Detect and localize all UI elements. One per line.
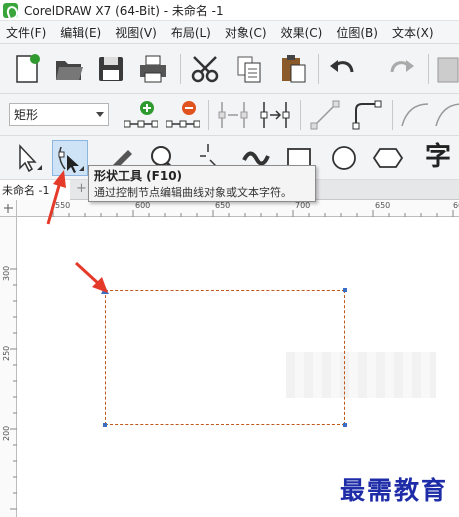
undo-icon[interactable]	[326, 52, 370, 86]
tooltip-description: 通过控制节点编辑曲线对象或文本字符。	[94, 186, 292, 199]
window-title: CorelDRAW X7 (64-Bit) - 未命名 -1	[24, 3, 224, 18]
menu-bar: 文件(F) 编辑(E) 视图(V) 布局(L) 对象(C) 效果(C) 位图(B…	[0, 21, 459, 44]
cusp-node-icon[interactable]	[398, 98, 432, 132]
shape-type-value: 矩形	[14, 108, 39, 122]
title-bar: CorelDRAW X7 (64-Bit) - 未命名 -1	[0, 0, 459, 21]
tooltip-title: 形状工具 (F10)	[94, 169, 183, 183]
copy-icon[interactable]	[232, 52, 266, 86]
toolbar-separator	[300, 100, 301, 130]
add-node-icon[interactable]	[123, 98, 159, 132]
ruler-label: 600	[135, 201, 151, 210]
import-icon[interactable]	[434, 52, 459, 86]
delete-node-icon[interactable]	[165, 98, 201, 132]
rectangle-node[interactable]	[103, 423, 107, 427]
menu-bitmaps[interactable]: 位图(B)	[330, 24, 386, 41]
ruler-label: 650	[375, 201, 391, 210]
vertical-ruler[interactable]: 300 250 200	[0, 217, 17, 517]
ruler-label: 650	[215, 201, 231, 210]
add-tab-button[interactable]: +	[76, 181, 87, 196]
polygon-tool-icon[interactable]	[370, 140, 406, 176]
annotation-arrow-icon	[46, 170, 66, 225]
to-line-icon[interactable]	[308, 98, 342, 132]
coreldraw-app-icon	[3, 2, 18, 18]
open-icon[interactable]	[52, 52, 86, 86]
watermark-text: 最需教育	[340, 476, 449, 505]
rectangle-object[interactable]	[105, 290, 345, 425]
ruler-label: 250	[2, 345, 11, 361]
rectangle-node[interactable]	[343, 288, 347, 292]
join-nodes-icon[interactable]	[216, 98, 250, 132]
to-curve-icon[interactable]	[350, 98, 384, 132]
text-tool-icon[interactable]: 字	[420, 140, 456, 176]
toolbar-separator	[392, 100, 393, 130]
property-bar: 矩形	[0, 94, 459, 136]
smooth-node-icon[interactable]	[432, 98, 459, 132]
toolbar-separator	[208, 100, 209, 130]
toolbar-separator	[318, 54, 319, 84]
menu-edit[interactable]: 编辑(E)	[54, 24, 109, 41]
ellipse-tool-icon[interactable]	[326, 140, 362, 176]
ruler-label: 700	[295, 201, 311, 210]
save-icon[interactable]	[94, 52, 128, 86]
menu-layout[interactable]: 布局(L)	[165, 24, 219, 41]
break-curve-icon[interactable]	[258, 98, 292, 132]
menu-file[interactable]: 文件(F)	[0, 24, 54, 41]
chevron-down-icon	[96, 112, 104, 117]
cut-icon[interactable]	[188, 52, 222, 86]
ruler-label: 300	[2, 265, 11, 281]
ruler-label: 200	[2, 425, 11, 441]
menu-effects[interactable]: 效果(C)	[275, 24, 331, 41]
annotation-arrow-icon	[74, 261, 108, 293]
new-icon[interactable]	[10, 52, 44, 86]
standard-toolbar	[0, 44, 459, 94]
rectangle-node[interactable]	[343, 423, 347, 427]
toolbar-separator	[180, 54, 181, 84]
menu-text[interactable]: 文本(X)	[386, 24, 442, 41]
shape-tool-tooltip: 形状工具 (F10) 通过控制节点编辑曲线对象或文本字符。	[88, 165, 316, 202]
ruler-origin[interactable]	[0, 200, 17, 217]
horizontal-ruler[interactable]: 550 600 650 700 650 600	[17, 200, 459, 217]
coreldraw-window: CorelDRAW X7 (64-Bit) - 未命名 -1 文件(F) 编辑(…	[0, 0, 459, 517]
menu-object[interactable]: 对象(C)	[219, 24, 275, 41]
redo-icon[interactable]	[384, 52, 418, 86]
paste-icon[interactable]	[276, 52, 310, 86]
toolbar-separator	[428, 54, 429, 84]
shape-type-dropdown[interactable]: 矩形	[9, 103, 109, 126]
menu-view[interactable]: 视图(V)	[109, 24, 165, 41]
ruler-label: 600	[453, 201, 459, 210]
print-icon[interactable]	[136, 52, 170, 86]
